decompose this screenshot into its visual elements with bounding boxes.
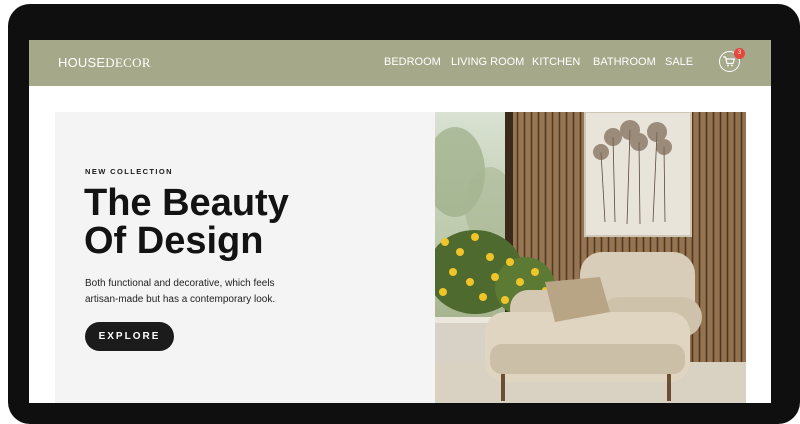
hero-title: The Beauty Of Design xyxy=(84,184,289,260)
logo-part-decor: DECOR xyxy=(105,55,151,70)
hero-description-line-2: artisan-made but has a contemporary look… xyxy=(85,294,276,305)
hero-text-panel: NEW COLLECTION The Beauty Of Design Both… xyxy=(55,112,435,403)
explore-button[interactable]: EXPLORE xyxy=(85,322,174,351)
hero-description-line-1: Both functional and decorative, which fe… xyxy=(85,278,275,289)
hero-description: Both functional and decorative, which fe… xyxy=(85,276,325,308)
nav-kitchen[interactable]: KITCHEN xyxy=(532,56,580,68)
armchair-room-illustration xyxy=(435,112,746,403)
top-navbar: HOUSEDECOR BEDROOM LIVING ROOM KITCHEN B… xyxy=(29,40,771,86)
nav-living-room[interactable]: LIVING ROOM xyxy=(451,56,524,68)
nav-bathroom[interactable]: BATHROOM xyxy=(593,56,656,68)
hero-eyebrow: NEW COLLECTION xyxy=(85,167,173,176)
hero-title-line-2: Of Design xyxy=(84,220,264,262)
cart-count-badge: 3 xyxy=(734,48,745,59)
nav-bedroom[interactable]: BEDROOM xyxy=(384,56,441,68)
logo-part-house: HOUSE xyxy=(58,55,106,70)
hero-image xyxy=(435,112,746,403)
site-logo[interactable]: HOUSEDECOR xyxy=(58,55,151,71)
hero-title-line-1: The Beauty xyxy=(84,182,289,224)
browser-screen: HOUSEDECOR BEDROOM LIVING ROOM KITCHEN B… xyxy=(29,40,771,403)
nav-sale[interactable]: SALE xyxy=(665,56,693,68)
cart-icon xyxy=(723,56,735,67)
